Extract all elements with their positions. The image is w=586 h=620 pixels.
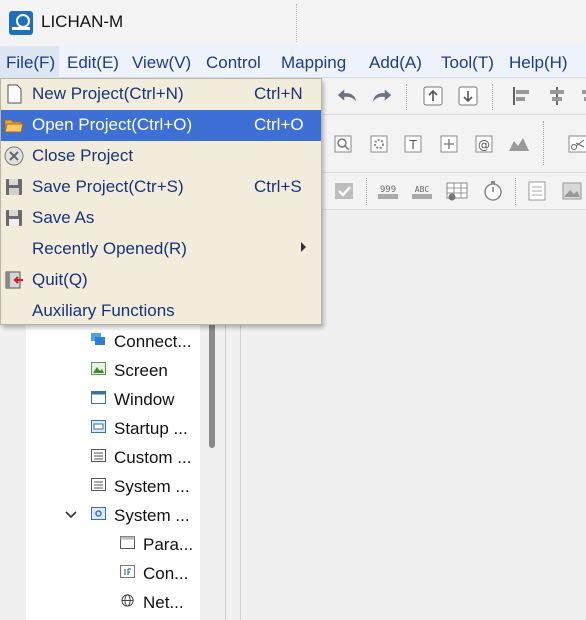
- screen-icon: [91, 362, 106, 375]
- chevron-down-icon[interactable]: [64, 510, 78, 520]
- svg-text:ABC: ABC: [415, 185, 430, 194]
- zoom-tool-icon[interactable]: [331, 132, 355, 156]
- open-folder-icon: [4, 119, 24, 133]
- tree-item-system-settings[interactable]: System ...: [114, 506, 190, 526]
- move-up-icon[interactable]: [421, 84, 445, 108]
- menu-add[interactable]: Add(A): [369, 53, 422, 73]
- close-circle-icon: [4, 146, 24, 166]
- tree-item-condition[interactable]: Con...: [143, 564, 188, 584]
- toolbar-separator: [366, 178, 367, 205]
- tree-item-system[interactable]: System ...: [114, 477, 190, 497]
- align-left-icon[interactable]: [510, 84, 534, 108]
- toolbar-separator: [406, 84, 407, 110]
- tree-scrollbar[interactable]: [209, 320, 215, 448]
- save-icon: [6, 179, 22, 195]
- tree-item-screen[interactable]: Screen: [114, 361, 168, 381]
- menu-item-open-project[interactable]: Open Project(Ctrl+O) Ctrl+O: [1, 110, 321, 141]
- tree-item-window[interactable]: Window: [114, 390, 174, 410]
- network-globe-icon: [121, 594, 134, 607]
- toolbar-separator: [515, 178, 516, 205]
- svg-text:999: 999: [380, 185, 396, 195]
- file-menu-dropdown: New Project(Ctrl+N) Ctrl+N Open Project(…: [0, 78, 322, 325]
- menu-tool[interactable]: Tool(T): [441, 53, 494, 73]
- quit-icon: [5, 271, 23, 289]
- redo-icon[interactable]: [370, 84, 394, 108]
- app-title: LICHAN-M: [41, 12, 124, 31]
- toolbar-separator: [492, 84, 493, 110]
- menu-help[interactable]: Help(H): [509, 53, 568, 73]
- undo-icon[interactable]: [335, 84, 359, 108]
- at-tool-icon[interactable]: @: [472, 132, 496, 156]
- timer-tool-icon[interactable]: [481, 179, 505, 203]
- startup-icon: [91, 420, 106, 433]
- save-as-icon: [6, 210, 22, 226]
- tree-item-network[interactable]: Net...: [143, 593, 184, 613]
- system-list-icon: [91, 478, 106, 491]
- chart-tool-icon[interactable]: [507, 132, 531, 156]
- toolbar-separator: [543, 121, 544, 165]
- connection-icon: [91, 333, 105, 345]
- menu-item-close-project[interactable]: Close Project: [1, 141, 321, 172]
- condition-icon: [120, 565, 135, 578]
- abc-text-tool-icon[interactable]: ABC: [410, 179, 434, 203]
- menu-item-quit[interactable]: Quit(Q): [1, 265, 321, 296]
- parameter-icon: [120, 536, 135, 549]
- menu-item-auxiliary-functions[interactable]: Auxiliary Functions: [1, 296, 321, 327]
- menu-mapping[interactable]: Mapping: [281, 53, 346, 73]
- move-down-icon[interactable]: [456, 84, 480, 108]
- menu-file[interactable]: File(F): [6, 53, 55, 73]
- svg-text:@: @: [478, 138, 490, 152]
- menu-item-recently-opened[interactable]: Recently Opened(R): [1, 234, 321, 265]
- menu-edit[interactable]: Edit(E): [67, 53, 119, 73]
- align-right-icon[interactable]: [575, 84, 586, 108]
- menu-item-save-as[interactable]: Save As: [1, 203, 321, 234]
- submenu-arrow-icon: [301, 242, 306, 252]
- menu-control[interactable]: Control: [206, 53, 261, 73]
- tree-item-startup[interactable]: Startup ...: [114, 419, 188, 439]
- project-tree: Connect... Screen Window Startup ... Cus…: [26, 320, 200, 620]
- menu-item-save-project[interactable]: Save Project(Ctr+S) Ctrl+S: [1, 172, 321, 203]
- system-settings-icon: [91, 507, 106, 520]
- title-bar: LICHAN-M: [0, 0, 586, 46]
- gear-tool-icon[interactable]: [367, 132, 391, 156]
- title-divider: [296, 4, 297, 42]
- tree-item-custom[interactable]: Custom ...: [114, 448, 191, 468]
- checkbox-tool-icon[interactable]: [332, 179, 356, 203]
- svg-text:T: T: [408, 138, 417, 152]
- window-icon: [91, 391, 106, 404]
- text-tool-icon[interactable]: T: [401, 132, 425, 156]
- menu-bar: File(F) Edit(E) View(V) Control Mapping …: [0, 46, 586, 78]
- new-file-icon: [7, 84, 22, 104]
- align-center-icon[interactable]: [545, 84, 569, 108]
- numeric-tool-icon[interactable]: 999: [376, 179, 400, 203]
- menu-view[interactable]: View(V): [132, 53, 191, 73]
- crosshair-tool-icon[interactable]: [437, 132, 461, 156]
- custom-list-icon: [91, 449, 106, 462]
- scissors-icon[interactable]: [566, 132, 586, 156]
- app-logo-icon: [9, 11, 33, 35]
- tree-item-parameter[interactable]: Para...: [143, 535, 193, 555]
- tree-item-connect[interactable]: Connect...: [114, 332, 192, 352]
- picture-tool-icon[interactable]: [560, 179, 584, 203]
- table-tool-icon[interactable]: [445, 179, 469, 203]
- list-tool-icon[interactable]: [525, 179, 549, 203]
- menu-item-new-project[interactable]: New Project(Ctrl+N) Ctrl+N: [1, 79, 321, 110]
